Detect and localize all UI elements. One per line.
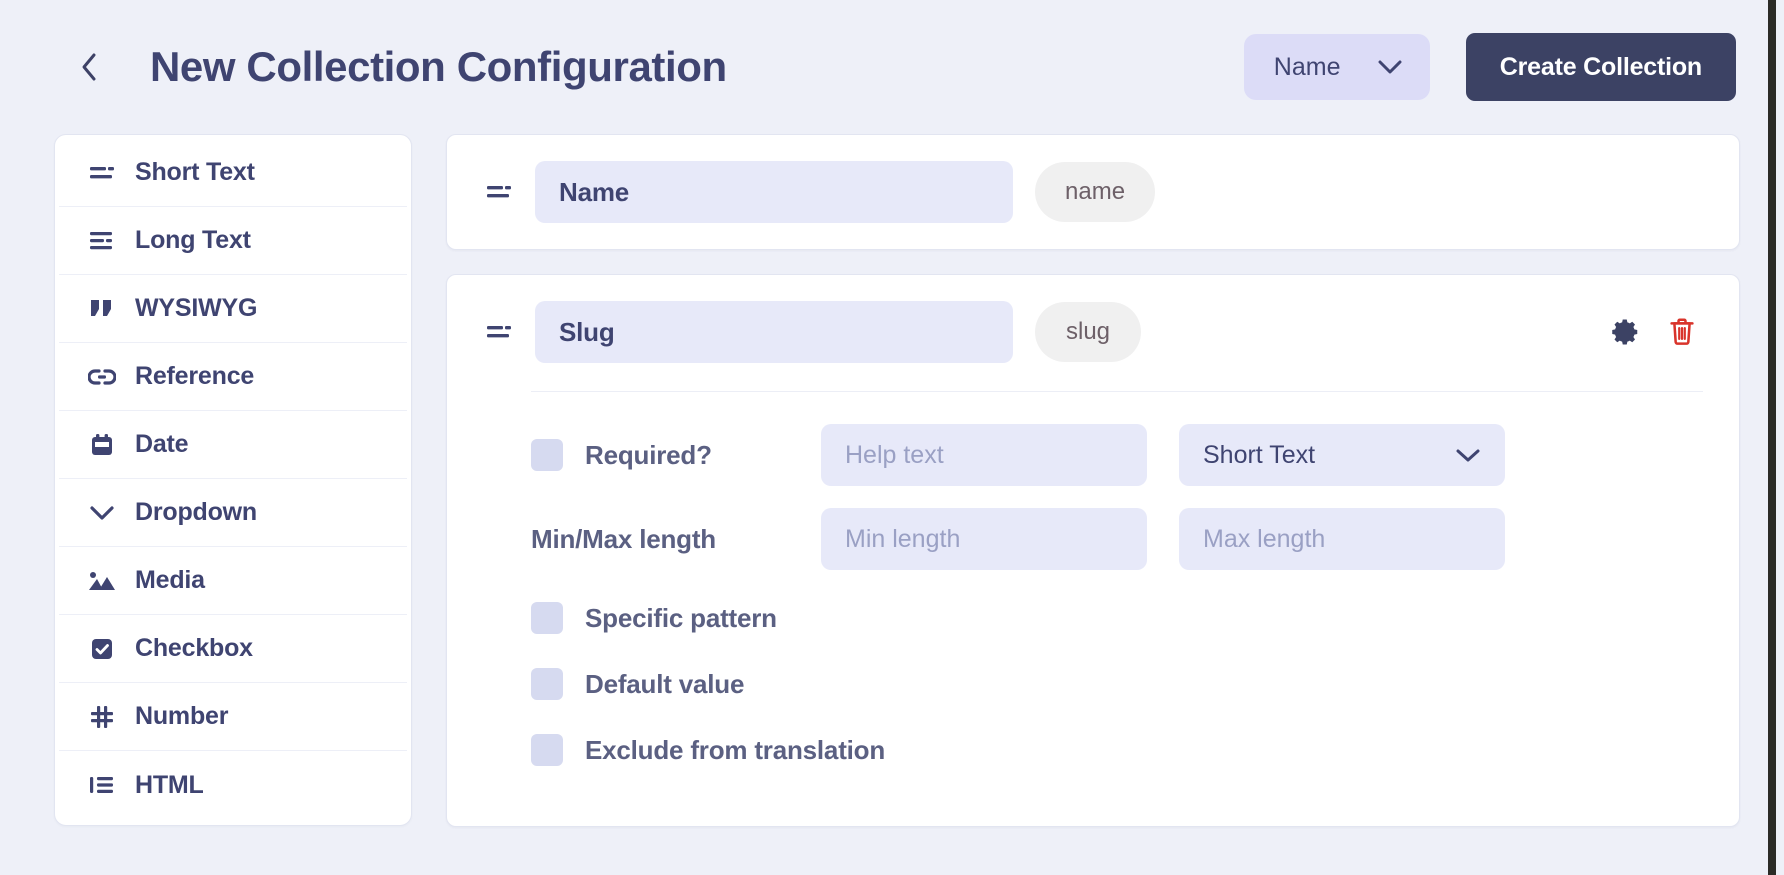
sidebar-item-label: Checkbox: [135, 634, 253, 662]
short-text-icon: [479, 182, 519, 202]
sidebar-item-media[interactable]: Media: [59, 547, 407, 615]
required-label: Required?: [585, 439, 712, 470]
field-type-sidebar: Short Text Long Text WYSIWYG Reference D…: [54, 134, 412, 826]
sidebar-item-label: WYSIWYG: [135, 294, 258, 322]
field-type-value: Short Text: [1203, 440, 1316, 469]
min-length-input[interactable]: [821, 508, 1147, 570]
field-name-input[interactable]: [535, 161, 1013, 223]
default-value-label: Default value: [585, 668, 745, 699]
chevron-left-icon: [79, 51, 99, 83]
chevron-down-icon: [85, 496, 119, 530]
sidebar-item-reference[interactable]: Reference: [59, 343, 407, 411]
link-icon: [85, 360, 119, 394]
sidebar-item-label: Number: [135, 702, 229, 730]
sidebar-item-wysiwyg[interactable]: WYSIWYG: [59, 275, 407, 343]
name-select-value: Name: [1273, 52, 1341, 81]
exclude-translation-checkbox[interactable]: [531, 734, 563, 766]
image-icon: [85, 564, 119, 598]
sidebar-item-date[interactable]: Date: [59, 411, 407, 479]
sidebar-item-label: Dropdown: [135, 498, 257, 526]
app-root: New Collection Configuration Name Create…: [0, 0, 1776, 875]
checkbox-checked-icon: [85, 632, 119, 666]
back-button[interactable]: [72, 45, 106, 89]
field-settings-panel: Required? Short Text: [479, 392, 1703, 766]
fields-column: name slug: [446, 134, 1740, 851]
short-text-icon: [85, 156, 119, 190]
default-value-checkbox[interactable]: [531, 668, 563, 700]
sidebar-item-label: Reference: [135, 362, 255, 390]
help-text-input[interactable]: [821, 424, 1147, 486]
field-type-select[interactable]: Short Text: [1179, 424, 1505, 486]
minmax-label-group: Min/Max length: [531, 524, 821, 555]
sidebar-item-checkbox[interactable]: Checkbox: [59, 615, 407, 683]
field-delete-button[interactable]: [1665, 315, 1699, 349]
hash-icon: [85, 700, 119, 734]
sidebar-item-number[interactable]: Number: [59, 683, 407, 751]
sidebar-item-label: Short Text: [135, 158, 255, 186]
long-text-icon: [85, 224, 119, 258]
specific-pattern-checkbox[interactable]: [531, 602, 563, 634]
settings-row-minmax: Min/Max length: [531, 508, 1703, 570]
minmax-label: Min/Max length: [531, 523, 716, 554]
field-card-slug: slug: [446, 274, 1740, 827]
field-card-header: name: [479, 161, 1703, 223]
max-length-input[interactable]: [1179, 508, 1505, 570]
field-card-actions: [1609, 315, 1703, 349]
trash-icon: [1668, 317, 1696, 347]
settings-row-specific-pattern: Specific pattern: [531, 602, 1703, 634]
chevron-down-icon: [1455, 447, 1481, 464]
settings-row-required: Required? Short Text: [531, 424, 1703, 486]
sidebar-item-label: Date: [135, 430, 189, 458]
page-header: New Collection Configuration Name Create…: [0, 0, 1776, 134]
sidebar-item-short-text[interactable]: Short Text: [59, 139, 407, 207]
sidebar-item-html[interactable]: HTML: [59, 751, 407, 819]
body-area: Short Text Long Text WYSIWYG Reference D…: [0, 134, 1776, 851]
required-toggle-group: Required?: [531, 439, 821, 471]
field-slug-pill: slug: [1035, 302, 1141, 362]
chevron-down-icon: [1376, 58, 1404, 76]
settings-row-exclude-translation: Exclude from translation: [531, 734, 1703, 766]
field-settings-button[interactable]: [1609, 315, 1643, 349]
sidebar-item-dropdown[interactable]: Dropdown: [59, 479, 407, 547]
required-checkbox[interactable]: [531, 439, 563, 471]
sidebar-item-label: Media: [135, 566, 205, 594]
gear-icon: [1611, 317, 1641, 347]
list-icon: [85, 768, 119, 802]
settings-row-default-value: Default value: [531, 668, 1703, 700]
field-slug-pill: name: [1035, 162, 1156, 222]
field-card-header: slug: [479, 301, 1703, 363]
page-title: New Collection Configuration: [150, 43, 727, 90]
quote-icon: [85, 292, 119, 326]
field-name-input[interactable]: [535, 301, 1013, 363]
short-text-icon: [479, 322, 519, 342]
window-right-edge: [1768, 0, 1776, 875]
sidebar-item-long-text[interactable]: Long Text: [59, 207, 407, 275]
specific-pattern-label: Specific pattern: [585, 602, 777, 633]
calendar-icon: [85, 428, 119, 462]
sidebar-item-label: Long Text: [135, 226, 251, 254]
exclude-translation-label: Exclude from translation: [585, 734, 886, 765]
field-card-name: name: [446, 134, 1740, 250]
create-collection-button[interactable]: Create Collection: [1465, 33, 1736, 101]
name-select-dropdown[interactable]: Name: [1243, 34, 1430, 100]
sidebar-item-label: HTML: [135, 770, 204, 799]
